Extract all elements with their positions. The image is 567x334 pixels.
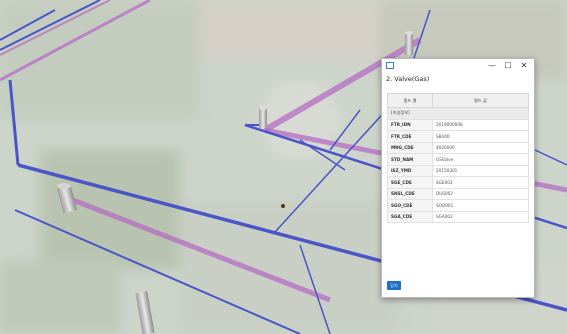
field-name: SGE_CDE (387, 176, 433, 189)
valve-cylinder[interactable] (259, 106, 267, 128)
dialog-title: 2. Valve(Gas) (386, 75, 430, 83)
close-button[interactable]: ✕ (517, 60, 531, 72)
field-name: SGO_CDE (387, 199, 433, 212)
table-row[interactable]: FTR_CDE SB440 (387, 130, 529, 143)
selected-valve-marker[interactable] (281, 204, 285, 208)
field-value: SGA002 (432, 210, 529, 223)
field-value: DUS002 (432, 187, 529, 200)
column-header: 필드 명 (387, 93, 433, 108)
table-row[interactable]: MNG_CDE 4020000 (387, 141, 529, 154)
field-value: 20150301 (432, 164, 529, 177)
table-row[interactable]: FTR_IDN 2019000008 (387, 118, 529, 131)
valve-cylinder[interactable] (405, 31, 413, 55)
close-dialog-button[interactable]: 닫기 (387, 281, 401, 290)
app-icon (386, 62, 394, 69)
title-bar: — ☐ ✕ (382, 59, 534, 73)
table-row[interactable]: STD_NAM GSValve (387, 153, 529, 166)
maximize-button[interactable]: ☐ (501, 60, 515, 72)
table-row[interactable]: SGO_CDE SOO001 (387, 199, 529, 212)
attribute-table: 필드 명 필드 값 [속성정보] FTR_IDN 2019000008 FTR_C… (387, 93, 529, 223)
field-name: STD_NAM (387, 153, 433, 166)
field-value: SOO001 (432, 199, 529, 212)
field-name: SNSL_CDE (387, 187, 433, 200)
field-name: FTR_CDE (387, 130, 433, 143)
section-row: [속성정보] (387, 107, 529, 120)
table-header-row: 필드 명 필드 값 (387, 93, 529, 108)
minimize-button[interactable]: — (485, 60, 499, 72)
property-dialog: — ☐ ✕ 2. Valve(Gas) 필드 명 필드 값 [속성정보] FTR… (381, 58, 535, 298)
field-value: 2019000008 (432, 118, 529, 131)
table-row[interactable]: SGA_CDE SGA002 (387, 210, 529, 223)
column-header: 필드 값 (432, 93, 529, 108)
field-value: SB440 (432, 130, 529, 143)
field-name: SGA_CDE (387, 210, 433, 223)
table-row[interactable]: ISZ_YMD 20150301 (387, 164, 529, 177)
field-value: 4020000 (432, 141, 529, 154)
field-value: SGE003 (432, 176, 529, 189)
table-row[interactable]: SGE_CDE SGE003 (387, 176, 529, 189)
field-name: MNG_CDE (387, 141, 433, 154)
table-row[interactable]: SNSL_CDE DUS002 (387, 187, 529, 200)
field-value: GSValve (432, 153, 529, 166)
field-name: ISZ_YMD (387, 164, 433, 177)
field-name: FTR_IDN (387, 118, 433, 131)
section-label: [속성정보] (387, 107, 529, 120)
